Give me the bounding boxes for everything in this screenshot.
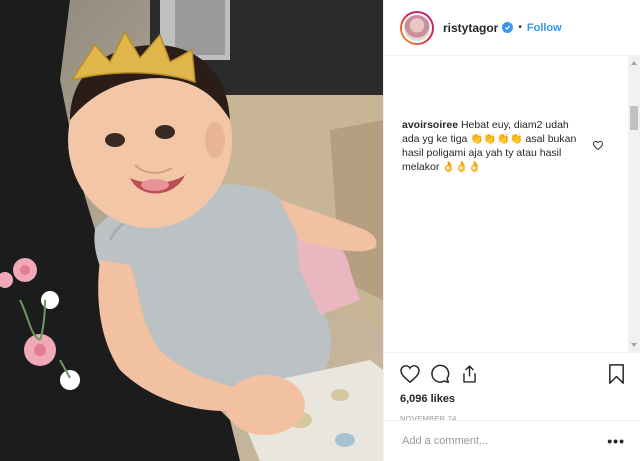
- scroll-down-arrow-icon[interactable]: [631, 343, 637, 347]
- comment-username[interactable]: avoirsoiree: [402, 119, 458, 131]
- comments-list: avoirsoiree Hebat euy, diam2 udah ada yg…: [384, 56, 629, 352]
- scroll-up-arrow-icon[interactable]: [631, 61, 637, 65]
- heart-icon[interactable]: [400, 365, 420, 383]
- add-comment-bar: •••: [384, 420, 640, 461]
- header-separator: •: [518, 22, 522, 33]
- post-header: ristytagor • Follow: [384, 0, 640, 56]
- avatar[interactable]: [400, 10, 434, 45]
- post-author-username[interactable]: ristytagor: [443, 21, 498, 35]
- post-photo[interactable]: [0, 0, 383, 461]
- post-actions: 6,096 likes NOVEMBER 24: [384, 352, 640, 423]
- verified-badge-icon: [502, 22, 514, 33]
- scrollbar-thumb[interactable]: [630, 106, 638, 130]
- baby-photo-illustration: [0, 0, 383, 461]
- comments-scrollbar[interactable]: [628, 56, 640, 352]
- post-side-panel: ristytagor • Follow avoirsoiree Hebat eu…: [383, 0, 640, 461]
- share-icon[interactable]: [460, 364, 479, 384]
- more-options-icon[interactable]: •••: [607, 433, 625, 449]
- follow-button[interactable]: Follow: [527, 22, 562, 34]
- add-comment-input[interactable]: [402, 435, 608, 447]
- bookmark-icon[interactable]: [608, 364, 625, 384]
- comment-item: avoirsoiree Hebat euy, diam2 udah ada yg…: [402, 118, 609, 174]
- action-icons-row: [400, 359, 625, 389]
- likes-count[interactable]: 6,096 likes: [400, 393, 625, 405]
- comment-bubble-icon[interactable]: [430, 364, 450, 384]
- comment-like-heart-icon[interactable]: [593, 140, 603, 154]
